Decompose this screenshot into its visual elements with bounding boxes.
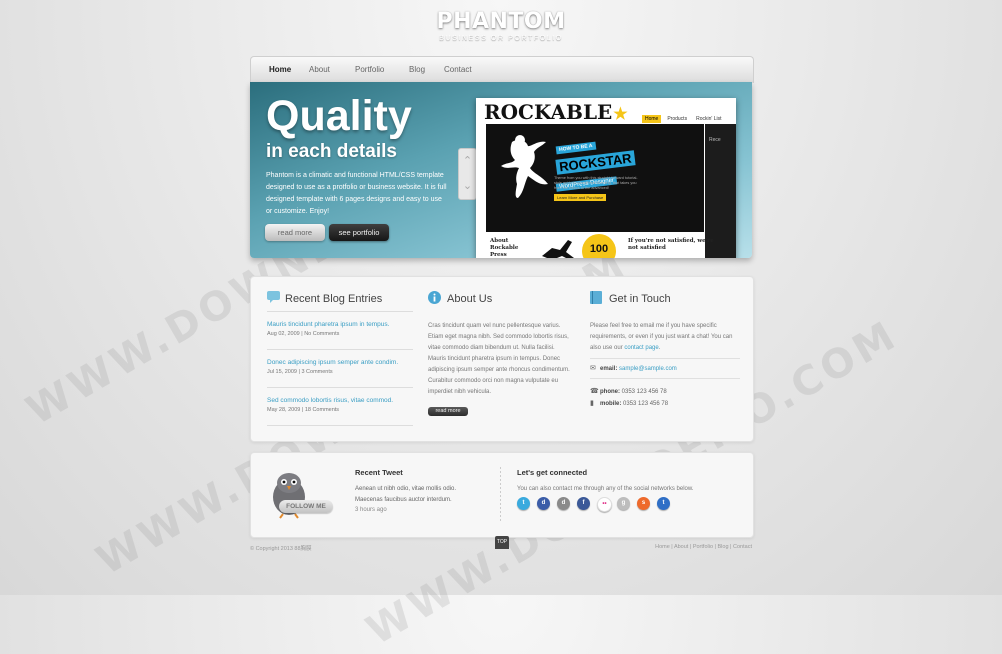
google-icon[interactable]: g [617, 497, 630, 510]
nav-blog[interactable]: Blog [409, 65, 425, 74]
showcase-badge: 100 [582, 234, 616, 258]
nav-contact[interactable]: Contact [444, 65, 472, 74]
main-nav: Home About Portfolio Blog Contact [250, 56, 754, 83]
portfolio-screenshot[interactable]: ROCKABLE★ HomeProductsRockin' ListC HOW … [476, 98, 736, 258]
stumbleupon-icon[interactable]: s [637, 497, 650, 510]
tweet-title: Recent Tweet [355, 468, 403, 477]
blog-entry: Mauris tincidunt pharetra ipsum in tempu… [267, 321, 413, 337]
star-icon: ★ [613, 104, 628, 123]
showcase-nav-item: Home [642, 115, 662, 123]
hero-subtitle: in each details [266, 141, 397, 162]
divider [590, 358, 740, 359]
email-link[interactable]: sample@sample.com [619, 366, 677, 372]
blog-entry-link[interactable]: Sed commodo lobortis risus, vitae commod… [267, 397, 413, 404]
delicious-icon[interactable]: d [537, 497, 550, 510]
contact-text: Please feel free to email me if you have… [590, 323, 733, 351]
divider [267, 387, 413, 388]
content-section: Recent Blog Entries Mauris tincidunt pha… [250, 276, 754, 442]
logo-subtitle: BUSINESS OR PORTFOLIO [439, 35, 563, 42]
blog-entry-meta: May 28, 2009 | 18 Comments [267, 407, 340, 413]
copyright: © Copyright 2013 88胸膜 [250, 546, 312, 552]
blog-entry-link[interactable]: Mauris tincidunt pharetra ipsum in tempu… [267, 321, 413, 328]
twitter-icon[interactable]: t [517, 497, 530, 510]
contact-phone: ☎phone: 0353 123 456 78 [590, 388, 667, 395]
nav-about[interactable]: About [309, 65, 330, 74]
divider [267, 311, 413, 312]
social-section: FOLLOW ME Recent Tweet Aenean ut nibh od… [250, 452, 754, 538]
contact-page-link[interactable]: contact page [624, 345, 658, 351]
comment-icon [267, 291, 280, 303]
showcase-logo: ROCKABLE★ [484, 100, 628, 124]
showcase-feature: HOW TO BE A ROCKSTAR WordPress Designer … [486, 124, 704, 232]
blog-entry-meta: Jul 15, 2009 | 3 Comments [267, 369, 333, 375]
showcase-nav-item: Rockin' List [696, 116, 722, 122]
footer-link-home[interactable]: Home [655, 544, 670, 550]
tweet-text: Aenean ut nibh odio, vitae mollis odio. … [355, 486, 457, 503]
headline-line-1: HOW TO BE A [555, 141, 596, 155]
tweet-time: 3 hours ago [355, 507, 387, 513]
mobile-icon: ▮ [590, 400, 594, 407]
contact-email: ✉ email: sample@sample.com [590, 365, 677, 372]
blog-entry-meta: Aug 02, 2009 | No Comments [267, 331, 340, 337]
connect-text: You can also contact me through any of t… [517, 486, 694, 492]
phone-icon: ☎ [590, 388, 599, 395]
footer-nav: Home | About | Portfolio | Blog | Contac… [655, 544, 752, 550]
digg-icon[interactable]: d [557, 497, 570, 510]
showcase-buy-button: Learn More and Purchase [554, 194, 607, 201]
site-logo[interactable]: PHANTOM BUSINESS OR PORTFOLIO [0, 9, 1002, 42]
read-more-button[interactable]: read more [265, 224, 325, 241]
about-title: About Us [447, 293, 493, 305]
divider [590, 378, 740, 379]
showcase-satisfied: If you're not satisfied, we're not satis… [628, 238, 714, 251]
facebook-icon[interactable]: f [577, 497, 590, 510]
contact-mobile: ▮ mobile: 0353 123 456 78 [590, 400, 669, 407]
jumping-figure-icon [501, 135, 548, 198]
nav-home[interactable]: Home [269, 65, 291, 74]
dancer-icon [542, 240, 574, 258]
info-icon [428, 291, 441, 304]
footer-link-contact[interactable]: Contact [733, 544, 752, 550]
follow-me-button[interactable]: FOLLOW ME [279, 500, 333, 513]
footer-link-portfolio[interactable]: Portfolio [693, 544, 713, 550]
technorati-icon[interactable]: t [657, 497, 670, 510]
about-text: Cras tincidunt quam vel nunc pellentesqu… [428, 323, 570, 395]
back-to-top-button[interactable]: TOP [495, 536, 509, 549]
hero-description: Phantom is a climatic and functional HTM… [266, 172, 447, 215]
logo-title: PHANTOM [436, 9, 566, 34]
showcase-nav-item: Products [667, 116, 688, 122]
slide-down-arrow-icon[interactable]: ⌄ [459, 174, 476, 199]
divider [500, 467, 501, 523]
showcase-press: About Rockable Press [490, 238, 519, 258]
showcase-sidebar-title: Rece [709, 137, 721, 143]
nav-portfolio[interactable]: Portfolio [355, 65, 384, 74]
flickr-icon[interactable]: •• [597, 497, 612, 512]
hero-banner: Quality in each details Phantom is a cli… [250, 82, 752, 258]
footer-link-about[interactable]: About [674, 544, 688, 550]
hero-title: Quality [266, 92, 412, 140]
showcase-body: Theme from you with this straight-forwar… [554, 176, 638, 190]
connect-title: Let's get connected [517, 468, 588, 477]
book-icon [590, 291, 602, 304]
slide-up-arrow-icon[interactable]: ⌃ [459, 149, 476, 174]
blog-entry-link[interactable]: Donec adipiscing ipsum semper ante condi… [267, 359, 413, 366]
contact-title: Get in Touch [609, 293, 671, 305]
divider [267, 425, 413, 426]
envelope-icon: ✉ [590, 365, 596, 372]
slider-controls: ⌃ ⌄ [458, 148, 477, 200]
footer-link-blog[interactable]: Blog [718, 544, 729, 550]
blog-entry: Sed commodo lobortis risus, vitae commod… [267, 397, 413, 413]
blog-entry: Donec adipiscing ipsum semper ante condi… [267, 359, 413, 375]
see-portfolio-button[interactable]: see portfolio [329, 224, 389, 241]
divider [267, 349, 413, 350]
about-read-more-button[interactable]: read more [428, 407, 468, 416]
blog-title: Recent Blog Entries [285, 293, 383, 305]
